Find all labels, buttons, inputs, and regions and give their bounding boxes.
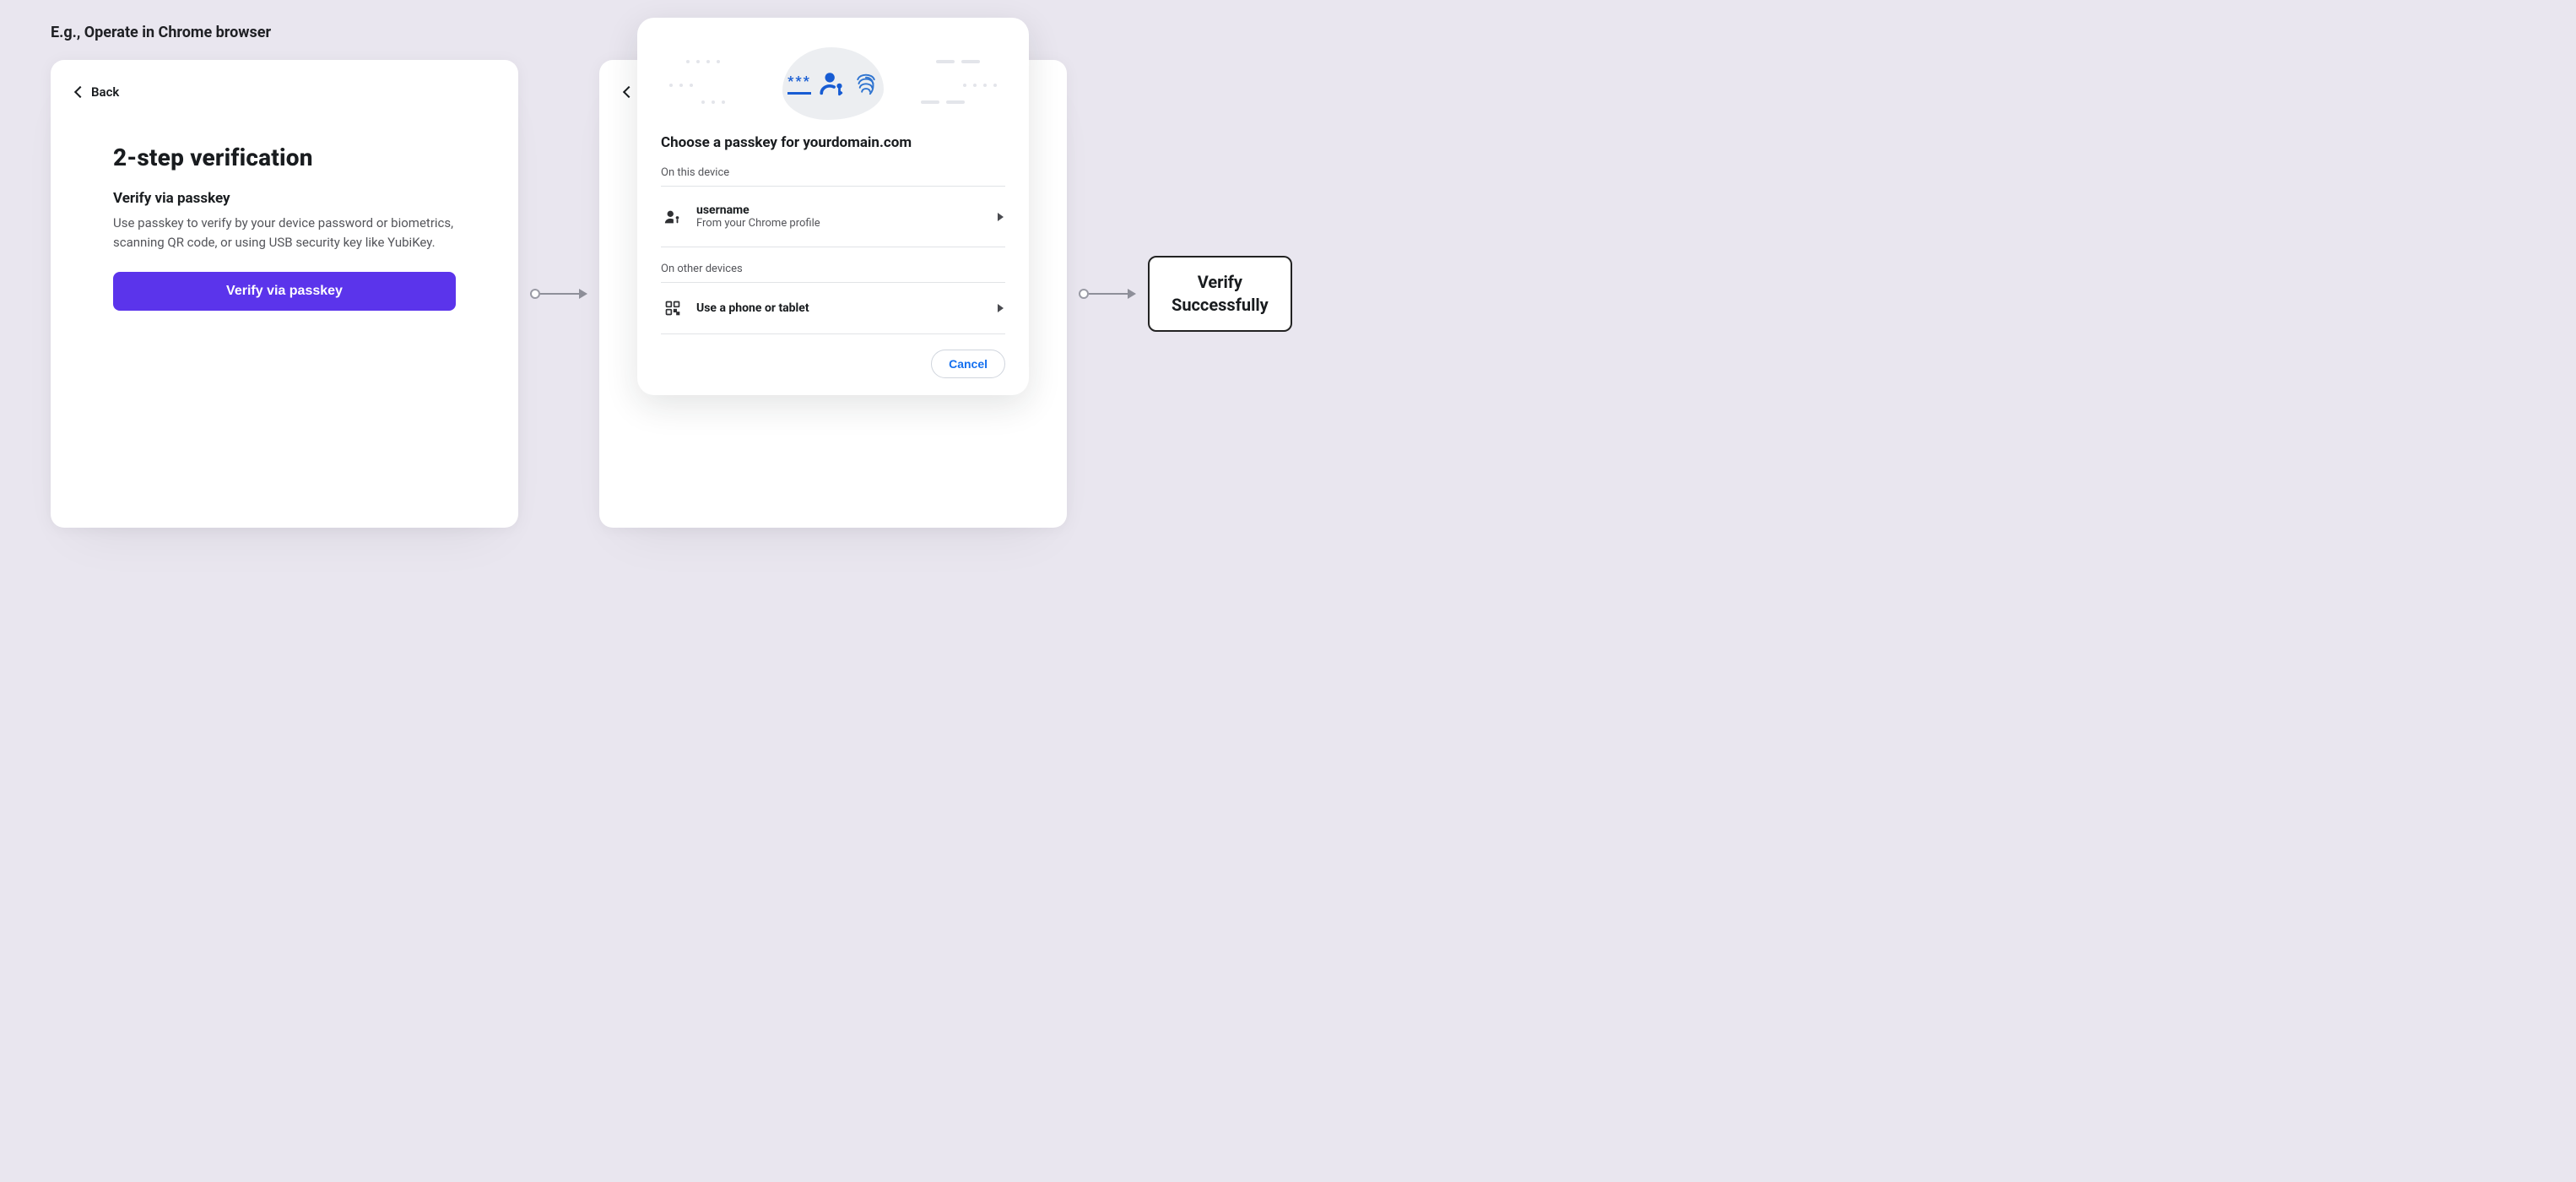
dialog-title-prefix: Choose a passkey for <box>661 134 803 151</box>
divider <box>661 186 1005 187</box>
verify-success-badge: Verify Successfully <box>1148 256 1292 332</box>
arrow-start-dot-icon <box>1079 289 1089 299</box>
section-on-other-devices: On other devices <box>661 263 1005 275</box>
arrow-line-icon <box>540 293 579 295</box>
divider <box>661 333 1005 334</box>
passkey-username: username <box>696 203 820 217</box>
verify-description: Use passkey to verify by your device pas… <box>113 214 456 253</box>
passkey-phone-label: Use a phone or tablet <box>696 301 809 315</box>
arrow-line-icon <box>1089 293 1128 295</box>
browser-passkey-dialog: *** <box>637 18 1029 395</box>
passkey-entry-phone-tablet[interactable]: Use a phone or tablet <box>661 290 1005 327</box>
passkey-source: From your Chrome profile <box>696 217 820 230</box>
back-button[interactable]: Back <box>76 84 119 100</box>
divider <box>661 282 1005 283</box>
qr-code-icon <box>663 300 683 317</box>
step-title: 2-step verification <box>113 144 456 171</box>
profile-key-icon <box>663 208 683 226</box>
hero-dots-icon <box>686 60 720 63</box>
result-line-2: Successfully <box>1172 294 1269 317</box>
chevron-right-icon <box>998 304 1004 312</box>
password-asterisks-icon: *** <box>787 73 811 95</box>
result-line-1: Verify <box>1172 271 1269 294</box>
chevron-left-icon <box>74 86 86 98</box>
hero-dots-icon <box>701 100 725 104</box>
chevron-left-icon <box>623 86 635 98</box>
step-2-wrapper: B *** <box>599 60 1067 528</box>
arrow-head-icon <box>579 289 587 299</box>
back-label: Back <box>91 84 119 100</box>
verify-subtitle: Verify via passkey <box>113 190 456 207</box>
hero-dots-icon <box>921 100 965 104</box>
dialog-title: Choose a passkey for yourdomain.com <box>661 134 1005 151</box>
passkey-entry-this-device[interactable]: username From your Chrome profile <box>661 193 1005 240</box>
hero-dots-icon <box>963 84 997 87</box>
step-1-card: Back 2-step verification Verify via pass… <box>51 60 518 528</box>
chevron-right-icon <box>998 213 1004 221</box>
fingerprint-icon <box>853 69 879 98</box>
dialog-hero-illustration: *** <box>661 41 1005 126</box>
person-key-icon <box>818 69 847 98</box>
arrow-head-icon <box>1128 289 1136 299</box>
section-on-this-device: On this device <box>661 166 1005 179</box>
flow-arrow-2 <box>1074 289 1141 299</box>
arrow-start-dot-icon <box>530 289 540 299</box>
verify-via-passkey-button[interactable]: Verify via passkey <box>113 272 456 311</box>
cancel-button[interactable]: Cancel <box>931 350 1005 378</box>
flow-arrow-1 <box>525 289 593 299</box>
hero-dots-icon <box>936 60 980 63</box>
hero-dots-icon <box>669 84 693 87</box>
passkey-flow-diagram: Back 2-step verification Verify via pass… <box>51 60 1237 528</box>
dialog-title-domain: yourdomain.com <box>803 134 912 151</box>
